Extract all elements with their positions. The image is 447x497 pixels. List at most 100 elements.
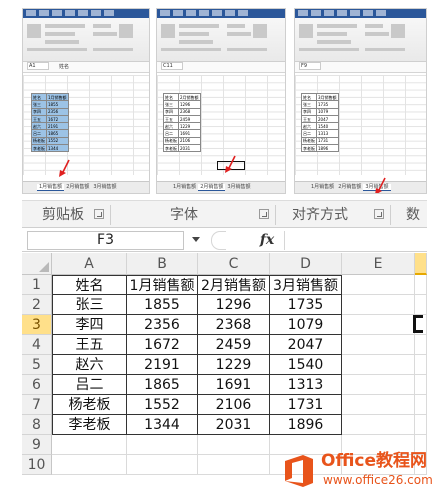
column-header-f[interactable]	[415, 253, 427, 275]
grid-cell[interactable]	[198, 435, 270, 455]
header-cell[interactable]: 1月销售额	[127, 275, 198, 295]
row-header-3[interactable]: 3	[22, 315, 52, 335]
row-header-7[interactable]: 7	[22, 395, 52, 415]
grid-cell[interactable]: 1896	[270, 415, 342, 435]
row-header-5[interactable]: 5	[22, 355, 52, 375]
grid-cell[interactable]	[415, 295, 427, 315]
grid-cell[interactable]: 李老板	[52, 415, 127, 435]
grid-cell[interactable]: 张三	[52, 295, 127, 315]
ribbon-group-font[interactable]: 字体	[170, 201, 198, 229]
grid-cell[interactable]: 2459	[198, 335, 270, 355]
thumb-cell: 杨老板	[301, 136, 317, 146]
grid-cell[interactable]: 1865	[127, 375, 198, 395]
grid-cell[interactable]	[342, 375, 415, 395]
grid-cell[interactable]: 2368	[198, 315, 270, 335]
grid-cell[interactable]	[52, 435, 127, 455]
grid-cell[interactable]: 1540	[270, 355, 342, 375]
select-all-button[interactable]	[22, 253, 52, 275]
font-launcher-icon[interactable]	[259, 209, 269, 219]
grid-cell[interactable]	[198, 455, 270, 475]
grid-cell[interactable]: 1552	[127, 395, 198, 415]
thumb-header-cell: 姓名	[301, 92, 317, 102]
ribbon-group-number[interactable]: 数	[406, 201, 420, 229]
ribbon-group-clipboard[interactable]: 剪贴板	[42, 201, 84, 229]
header-cell[interactable]: 姓名	[52, 275, 127, 295]
row-header-10[interactable]: 10	[22, 455, 52, 475]
grid-cell[interactable]: 1344	[127, 415, 198, 435]
grid-cell[interactable]	[342, 295, 415, 315]
column-header-b[interactable]: B	[127, 253, 198, 275]
grid-cell[interactable]	[342, 415, 415, 435]
thumb-sheet-tab[interactable]: 2月销售额	[336, 184, 363, 190]
thumb-sheet-tab[interactable]: 1月销售额	[309, 184, 336, 190]
grid-cell[interactable]	[342, 335, 415, 355]
column-header-c[interactable]: C	[198, 253, 270, 275]
grid-cell[interactable]: 2191	[127, 355, 198, 375]
grid-cell[interactable]	[415, 355, 427, 375]
grid-cell[interactable]: 1313	[270, 375, 342, 395]
grid-cell[interactable]: 1672	[127, 335, 198, 355]
thumb-sheet-tab[interactable]: 3月销售额	[225, 184, 252, 190]
ribbon-group-alignment[interactable]: 对齐方式	[292, 201, 348, 229]
formula-input[interactable]	[284, 231, 427, 250]
grid-cell[interactable]	[127, 455, 198, 475]
grid-cell[interactable]: 1229	[198, 355, 270, 375]
watermark: Office教程网 www.office26.com	[277, 450, 442, 492]
header-cell[interactable]: 3月销售额	[270, 275, 342, 295]
clipboard-launcher-icon[interactable]	[94, 209, 104, 219]
grid-cell[interactable]: 1731	[270, 395, 342, 415]
group-separator	[275, 205, 276, 225]
grid-cell[interactable]: 赵六	[52, 355, 127, 375]
grid-cell[interactable]	[415, 395, 427, 415]
row-header-1[interactable]: 1	[22, 275, 52, 295]
grid-cell[interactable]	[342, 355, 415, 375]
thumb-cell: 王五	[31, 114, 47, 124]
thumb-sheet-tab[interactable]: 1月销售额	[37, 184, 65, 191]
thumb-header-cell: 2月销售额	[178, 92, 201, 102]
thumb-sheet-tab[interactable]: 1月销售额	[171, 184, 198, 190]
grid-cell[interactable]: 1079	[270, 315, 342, 335]
thumb-cell: 2106	[178, 136, 201, 146]
thumb-sheet-tab[interactable]: 2月销售额	[198, 184, 226, 191]
name-box[interactable]: F3	[27, 231, 184, 250]
column-header-a[interactable]: A	[52, 253, 127, 275]
row-header-9[interactable]: 9	[22, 435, 52, 455]
grid-cell[interactable]	[415, 415, 427, 435]
grid-cell[interactable]: 2106	[198, 395, 270, 415]
column-header-e[interactable]: E	[342, 253, 415, 275]
thumb-sheet-tab[interactable]: 2月销售额	[64, 184, 91, 190]
grid-cell[interactable]: 1296	[198, 295, 270, 315]
row-header-4[interactable]: 4	[22, 335, 52, 355]
grid-cell[interactable]	[127, 435, 198, 455]
thumb-sheet-tab[interactable]: 3月销售额	[91, 184, 118, 190]
insert-function-icon[interactable]: fx	[257, 231, 277, 250]
grid-cell[interactable]: 吕二	[52, 375, 127, 395]
thumb-table: 姓名 1月销售额 张三 1855 李四 2356 王五 1672 赵六 2191 吕二 1865 杨老板…	[31, 92, 69, 153]
grid-cell[interactable]: 1855	[127, 295, 198, 315]
grid-cell[interactable]	[415, 335, 427, 355]
row-header-2[interactable]: 2	[22, 295, 52, 315]
grid-cell[interactable]	[415, 375, 427, 395]
grid-cell[interactable]: 1691	[198, 375, 270, 395]
header-cell[interactable]: 2月销售额	[198, 275, 270, 295]
row-header-8[interactable]: 8	[22, 415, 52, 435]
grid-cell[interactable]: 2047	[270, 335, 342, 355]
row-header-6[interactable]: 6	[22, 375, 52, 395]
alignment-launcher-icon[interactable]	[374, 209, 384, 219]
grid-cell[interactable]: 李四	[52, 315, 127, 335]
grid-cell[interactable]: 2356	[127, 315, 198, 335]
column-header-d[interactable]: D	[270, 253, 342, 275]
grid-cell[interactable]: 2031	[198, 415, 270, 435]
chevron-down-icon[interactable]	[192, 237, 200, 242]
grid-cell[interactable]: 杨老板	[52, 395, 127, 415]
grid-cell[interactable]	[342, 395, 415, 415]
grid-cell[interactable]	[342, 315, 415, 335]
thumb-cell: 杨老板	[163, 136, 179, 146]
worksheet-grid[interactable]: A B C D E 1 姓名 1月销售额 2月销售额 3月销售额 2 张三 1855 1296 1735 3 李…	[22, 253, 427, 475]
grid-cell[interactable]	[52, 455, 127, 475]
grid-cell[interactable]: 1735	[270, 295, 342, 315]
grid-cell[interactable]: 王五	[52, 335, 127, 355]
thumb-cell: 李四	[163, 107, 179, 116]
grid-cell[interactable]	[415, 275, 427, 295]
grid-cell[interactable]	[342, 275, 415, 295]
